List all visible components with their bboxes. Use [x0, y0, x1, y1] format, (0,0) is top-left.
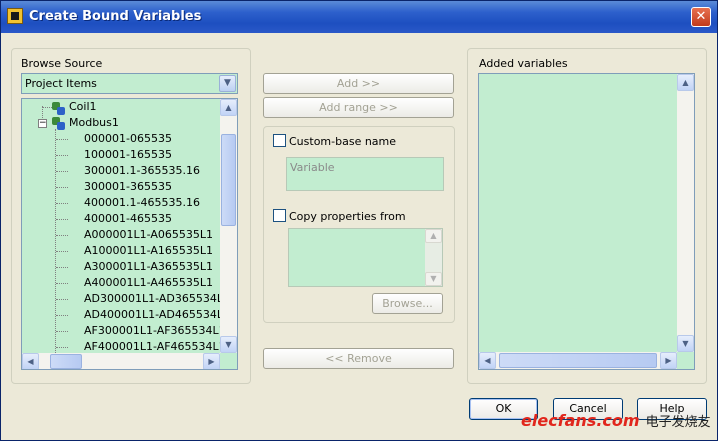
tree-connector	[56, 139, 68, 140]
tree-connector	[56, 251, 68, 252]
watermark-text-cn: 电子发烧友	[645, 415, 711, 430]
scroll-down-icon[interactable]: ▼	[425, 272, 442, 286]
scroll-up-icon[interactable]: ▲	[677, 74, 694, 91]
tree-connector	[56, 331, 68, 332]
tree-connector	[56, 203, 68, 204]
network-node-icon	[51, 116, 65, 130]
dialog-window: Create Bound Variables ✕ Browse Source P…	[0, 0, 718, 441]
network-node-icon	[51, 101, 65, 115]
custom-base-name-field[interactable]: Variable	[286, 157, 444, 191]
source-dropdown[interactable]: Project Items ▼	[21, 73, 238, 94]
close-button[interactable]: ✕	[691, 7, 711, 27]
tree-item-register[interactable]: A000001L1-A065535L1	[84, 227, 213, 242]
tree-item-register[interactable]: AD400001L1-AD465534L1	[84, 307, 230, 322]
copy-field-scrollbar[interactable]: ▲ ▼	[425, 229, 442, 286]
tree-item-modbus1[interactable]: Modbus1	[69, 115, 119, 130]
scroll-left-icon[interactable]: ◀	[479, 352, 496, 369]
tree-item-register[interactable]: 400001-465535	[84, 211, 172, 226]
tree-item-register[interactable]: 400001.1-465535.16	[84, 195, 200, 210]
scroll-right-icon[interactable]: ▶	[203, 353, 220, 369]
add-button[interactable]: Add >>	[263, 73, 454, 94]
tree-connector	[56, 187, 68, 188]
copy-properties-field[interactable]: ▲ ▼	[288, 228, 443, 287]
added-horizontal-scrollbar[interactable]: ◀ ▶	[479, 352, 677, 369]
tree-connector	[55, 129, 56, 369]
collapse-icon[interactable]: −	[38, 119, 47, 128]
scroll-thumb[interactable]	[50, 354, 82, 369]
tree-connector	[56, 347, 68, 348]
tree-connector	[56, 219, 68, 220]
watermark-text: elecfans.com	[521, 411, 640, 430]
tree-connector	[56, 267, 68, 268]
tree-item-register[interactable]: AF300001L1-AF365534L1	[84, 323, 226, 338]
tree-item-register[interactable]: A400001L1-A465535L1	[84, 275, 213, 290]
tree-item-register[interactable]: AF400001L1-AF465534L1	[84, 339, 226, 354]
tree-connector	[56, 155, 68, 156]
title-bar[interactable]: Create Bound Variables ✕	[1, 1, 717, 33]
scroll-up-icon[interactable]: ▲	[220, 99, 237, 116]
tree-item-coil1[interactable]: Coil1	[69, 99, 97, 114]
remove-button[interactable]: << Remove	[263, 348, 454, 369]
tree-item-register[interactable]: 300001-365535	[84, 179, 172, 194]
tree-item-register[interactable]: 100001-165535	[84, 147, 172, 162]
added-variables-label: Added variables	[479, 57, 568, 70]
scroll-thumb[interactable]	[221, 134, 236, 226]
scroll-left-icon[interactable]: ◀	[22, 353, 39, 369]
tree-item-register[interactable]: 300001.1-365535.16	[84, 163, 200, 178]
custom-base-placeholder: Variable	[290, 161, 335, 174]
scroll-thumb[interactable]	[499, 353, 657, 368]
scroll-right-icon[interactable]: ▶	[660, 352, 677, 369]
source-dropdown-value: Project Items	[25, 77, 97, 90]
window-title: Create Bound Variables	[29, 9, 202, 24]
tree-connector	[56, 171, 68, 172]
custom-base-label: Custom-base name	[289, 135, 397, 148]
scroll-down-icon[interactable]: ▼	[220, 336, 237, 353]
chevron-down-icon[interactable]: ▼	[219, 75, 236, 92]
scroll-down-icon[interactable]: ▼	[677, 335, 694, 352]
tree-connector	[56, 235, 68, 236]
app-icon	[7, 8, 23, 24]
copy-properties-checkbox[interactable]	[273, 209, 286, 222]
custom-base-checkbox[interactable]	[273, 134, 286, 147]
copy-properties-label: Copy properties from	[289, 210, 406, 223]
tree-item-register[interactable]: A100001L1-A165535L1	[84, 243, 213, 258]
tree-item-register[interactable]: AD300001L1-AD365534L1	[84, 291, 230, 306]
watermark: elecfans.com 电子发烧友	[521, 411, 711, 435]
scroll-up-icon[interactable]: ▲	[425, 229, 442, 243]
tree-item-register[interactable]: A300001L1-A365535L1	[84, 259, 213, 274]
tree-connector	[56, 283, 68, 284]
tree-vertical-scrollbar[interactable]: ▲ ▼	[220, 99, 237, 353]
browse-button[interactable]: Browse...	[372, 293, 443, 314]
added-variables-list[interactable]: ▲ ▼ ◀ ▶	[478, 73, 695, 370]
add-range-button[interactable]: Add range >>	[263, 97, 454, 118]
source-tree[interactable]: Coil1 − Modbus1 000001-065535 100001-165…	[21, 98, 238, 370]
added-vertical-scrollbar[interactable]: ▲ ▼	[677, 74, 694, 352]
browse-source-label: Browse Source	[21, 57, 103, 70]
tree-connector	[56, 299, 68, 300]
tree-item-register[interactable]: 000001-065535	[84, 131, 172, 146]
tree-horizontal-scrollbar[interactable]: ◀ ▶	[22, 353, 220, 369]
tree-connector	[56, 315, 68, 316]
